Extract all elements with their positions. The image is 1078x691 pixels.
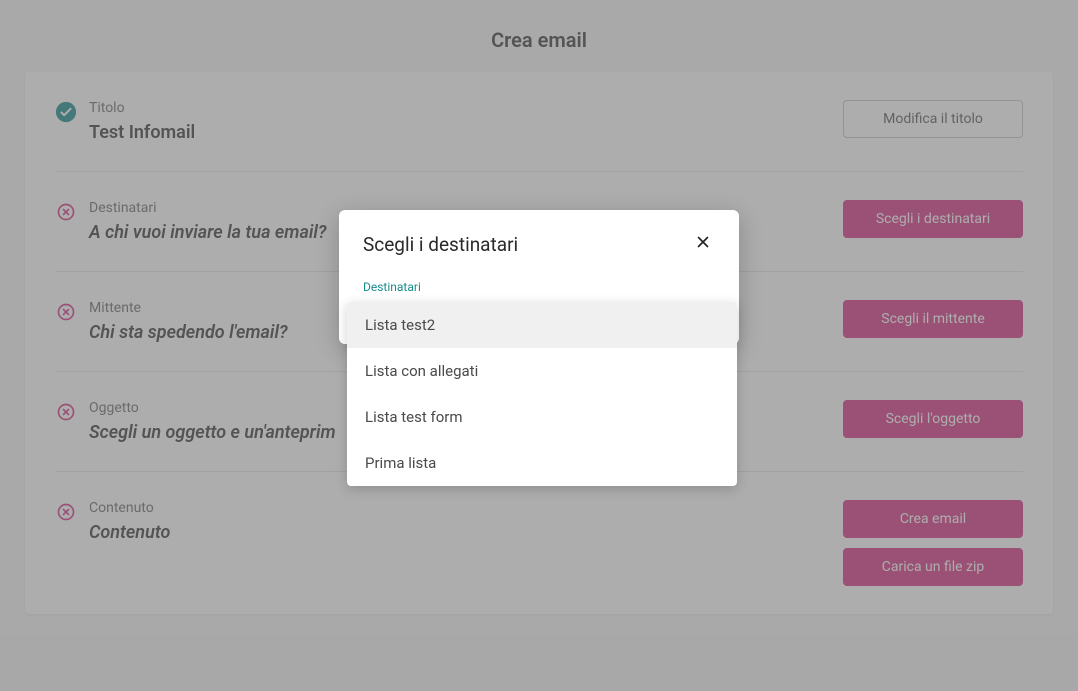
modal-header: Scegli i destinatari (339, 210, 739, 270)
modal-overlay[interactable]: Scegli i destinatari Destinatari Lista t… (0, 0, 1078, 691)
dropdown-option[interactable]: Prima lista (347, 440, 737, 486)
dropdown-option[interactable]: Lista test form (347, 394, 737, 440)
modal-field-label: Destinatari (339, 270, 739, 294)
dropdown-option[interactable]: Lista con allegati (347, 348, 737, 394)
close-button[interactable] (691, 232, 715, 256)
recipients-dropdown: Lista test2 Lista con allegati Lista tes… (347, 302, 737, 486)
close-icon (694, 231, 712, 257)
modal-title: Scegli i destinatari (363, 233, 518, 256)
recipients-modal: Scegli i destinatari Destinatari Lista t… (339, 210, 739, 344)
dropdown-option[interactable]: Lista test2 (347, 302, 737, 348)
